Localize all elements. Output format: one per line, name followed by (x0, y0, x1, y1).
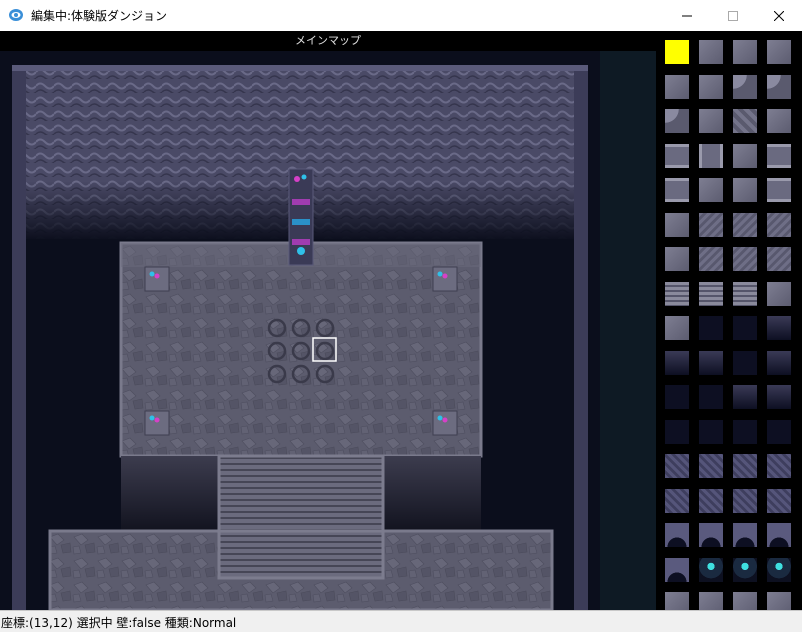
left-cave-wall (12, 69, 26, 610)
palette-tile-wall-h[interactable] (665, 143, 689, 168)
palette-tile-stairs[interactable] (699, 281, 723, 306)
palette-tile-dark[interactable] (665, 385, 689, 409)
palette-tile-stone[interactable] (733, 178, 757, 202)
palette-tile-rock[interactable] (733, 488, 757, 513)
palette-tile-stone[interactable] (767, 40, 791, 64)
close-button[interactable] (756, 0, 802, 31)
palette-tile-dark[interactable] (699, 419, 723, 444)
palette-tile-stone[interactable] (733, 40, 757, 64)
palette-tile-rock[interactable] (733, 454, 757, 478)
crystal-block-sw (144, 410, 170, 436)
palette-tile-rock[interactable] (665, 488, 689, 513)
minimize-button[interactable] (664, 0, 710, 31)
palette-tile-stone[interactable] (699, 178, 723, 202)
maximize-icon (728, 10, 738, 21)
palette-tile-yellow[interactable] (665, 40, 689, 64)
status-text: 座標:(13,12) 選択中 壁:false 種類:Normal (1, 616, 237, 630)
crystal-block-nw (144, 266, 170, 292)
palette-tile-stone[interactable] (767, 109, 791, 133)
maximize-button[interactable] (710, 0, 756, 31)
app-eye-icon (9, 9, 23, 21)
palette-tile-stone-rough[interactable] (733, 247, 757, 271)
palette-tile-stone[interactable] (767, 281, 791, 306)
palette-tile-stone[interactable] (699, 74, 723, 99)
palette-tile-rock[interactable] (665, 454, 689, 478)
palette-tile-rock[interactable] (699, 454, 723, 478)
palette-tile-dark-edge[interactable] (767, 316, 791, 340)
status-bar: 座標:(13,12) 選択中 壁:false 種類:Normal (0, 610, 802, 632)
palette-tile-stone-rough[interactable] (733, 212, 757, 237)
platform-front-wall-right (383, 456, 481, 531)
palette-tile-stone-rough[interactable] (699, 247, 723, 271)
palette-tile-wall-h[interactable] (767, 178, 791, 202)
staircase-lower (219, 531, 383, 578)
window-title: 編集中:体験版ダンジョン (31, 9, 168, 23)
palette-tile-stone[interactable] (665, 247, 689, 271)
palette-tile-dark-edge[interactable] (767, 350, 791, 375)
palette-tile-corner[interactable] (733, 74, 757, 99)
palette-tile-dark-edge[interactable] (733, 385, 757, 409)
palette-tile-stone[interactable] (665, 316, 689, 340)
palette-tile-stone[interactable] (733, 143, 757, 168)
palette-tile-dark[interactable] (699, 316, 723, 340)
palette-tile-corner[interactable] (767, 74, 791, 99)
palette-tile-dark[interactable] (733, 316, 757, 340)
palette-tile-rock-edge[interactable] (767, 523, 791, 547)
palette-tile-crystal[interactable] (767, 557, 791, 582)
palette-tile-stairs[interactable] (665, 281, 689, 306)
palette-tile-stone-rough[interactable] (767, 247, 791, 271)
palette-tile-rock[interactable] (767, 454, 791, 478)
title-bar: 編集中:体験版ダンジョン (0, 0, 802, 31)
palette-tile-stone[interactable] (665, 74, 689, 99)
palette-tile-crystal[interactable] (699, 557, 723, 582)
palette-tile-stone[interactable] (665, 592, 689, 610)
palette-tile-dark[interactable] (699, 385, 723, 409)
out-of-bounds-strip (600, 51, 656, 610)
palette-tile-rock-edge[interactable] (665, 557, 689, 582)
palette-tile-crystal[interactable] (733, 557, 757, 582)
right-cave-wall (574, 69, 588, 610)
minimize-icon (682, 15, 692, 16)
tile-palette[interactable] (656, 31, 802, 610)
palette-tile-stone[interactable] (699, 40, 723, 64)
palette-tile-rock[interactable] (767, 488, 791, 513)
palette-tile-rock[interactable] (699, 488, 723, 513)
palette-tile-rock-edge[interactable] (665, 523, 689, 547)
palette-tile-stone[interactable] (699, 109, 723, 133)
palette-tile-corner[interactable] (665, 109, 689, 133)
platform-front-wall-left (121, 456, 219, 531)
palette-tile-dark-edge[interactable] (699, 350, 723, 375)
palette-tile-dark[interactable] (665, 419, 689, 444)
crystal-block-ne (432, 266, 458, 292)
palette-tile-dark[interactable] (733, 350, 757, 375)
close-icon (774, 10, 784, 21)
palette-tile-dark[interactable] (767, 419, 791, 444)
palette-tile-stone-rough[interactable] (767, 212, 791, 237)
palette-tile-dark-edge[interactable] (665, 350, 689, 375)
palette-tile-dark-edge[interactable] (767, 385, 791, 409)
palette-tile-stone[interactable] (665, 212, 689, 237)
palette-tile-rock-edge[interactable] (699, 523, 723, 547)
cave-top-edge (12, 65, 588, 71)
palette-tile-stone[interactable] (767, 592, 791, 610)
palette-tile-rock-edge[interactable] (733, 523, 757, 547)
palette-tile-wall-h[interactable] (665, 178, 689, 202)
palette-tile-dark[interactable] (733, 419, 757, 444)
map-title: メインマップ (0, 31, 656, 51)
dungeon-map[interactable] (0, 51, 656, 610)
crystal-block-se (432, 410, 458, 436)
palette-tile-stairs[interactable] (733, 281, 757, 306)
palette-tile-wall-v[interactable] (699, 143, 723, 168)
palette-tile-stone-rough[interactable] (699, 212, 723, 237)
raised-platform-floor (119, 241, 483, 458)
palette-tile-wall-h[interactable] (767, 143, 791, 168)
palette-tile-stone[interactable] (699, 592, 723, 610)
palette-tile-stone[interactable] (733, 592, 757, 610)
map-canvas[interactable] (0, 51, 656, 610)
palette-tile-stone-diag[interactable] (733, 109, 757, 133)
